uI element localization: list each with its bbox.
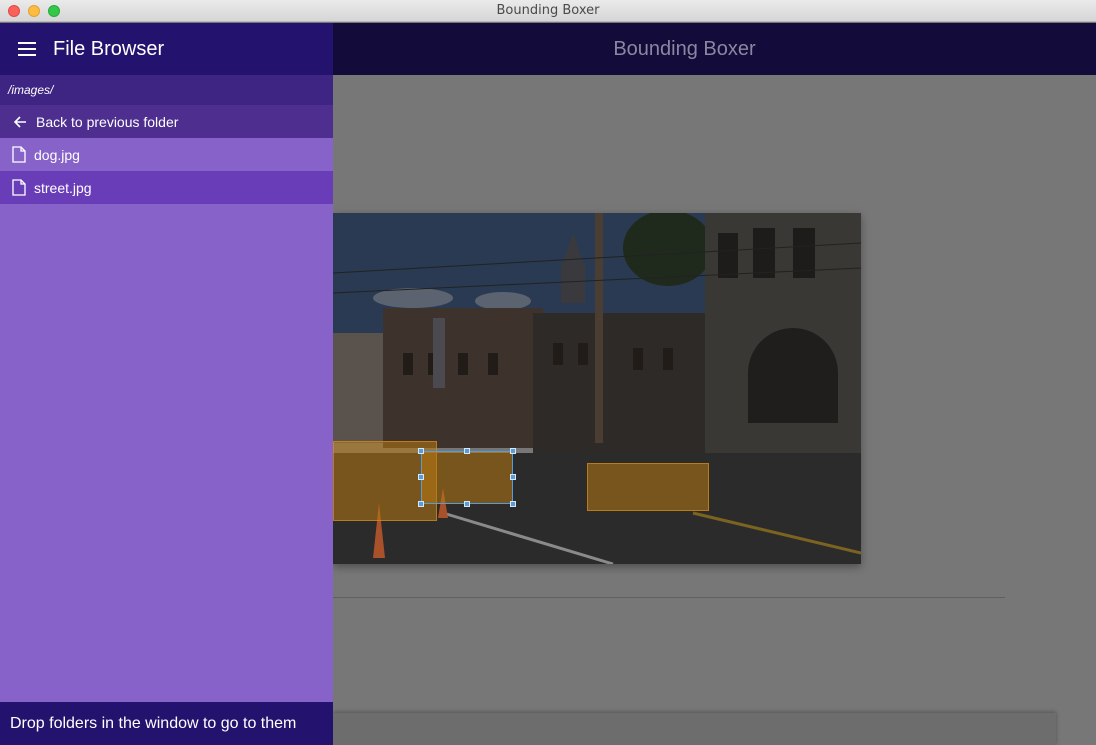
maximize-window-button[interactable] [48,5,60,17]
content-divider [333,597,1005,598]
file-icon [12,179,26,196]
resize-handle[interactable] [418,474,424,480]
app-title: Bounding Boxer [613,37,756,60]
back-to-previous-folder-button[interactable]: Back to previous folder [0,105,333,138]
resize-handle[interactable] [464,501,470,507]
back-label: Back to previous folder [36,113,179,130]
bounding-box-car-3[interactable] [587,463,709,511]
window-title: Bounding Boxer [496,3,600,18]
arrow-left-icon [13,115,26,128]
menu-icon[interactable] [18,42,36,56]
drawer-footer-hint: Drop folders in the window to go to them [0,702,333,745]
window-controls [8,5,60,17]
resize-handle[interactable] [510,448,516,454]
current-path: /images/ [0,75,333,105]
annotation-image[interactable] [333,213,861,564]
bounding-box-car-2-selected[interactable] [421,451,513,504]
drawer-header: File Browser [0,23,333,75]
resize-handle[interactable] [418,501,424,507]
resize-handle[interactable] [510,474,516,480]
resize-handle[interactable] [418,448,424,454]
bottom-panel [333,713,1056,745]
drawer-title: File Browser [53,37,165,60]
file-icon [12,146,26,163]
file-item-street[interactable]: street.jpg [0,171,333,204]
resize-handle[interactable] [510,501,516,507]
file-name: street.jpg [34,179,92,196]
minimize-window-button[interactable] [28,5,40,17]
close-window-button[interactable] [8,5,20,17]
resize-handle[interactable] [464,448,470,454]
file-item-dog[interactable]: dog.jpg [0,138,333,171]
file-browser-drawer: File Browser /images/ Back to previous f… [0,23,333,745]
window-titlebar: Bounding Boxer [0,0,1096,22]
file-name: dog.jpg [34,146,80,163]
